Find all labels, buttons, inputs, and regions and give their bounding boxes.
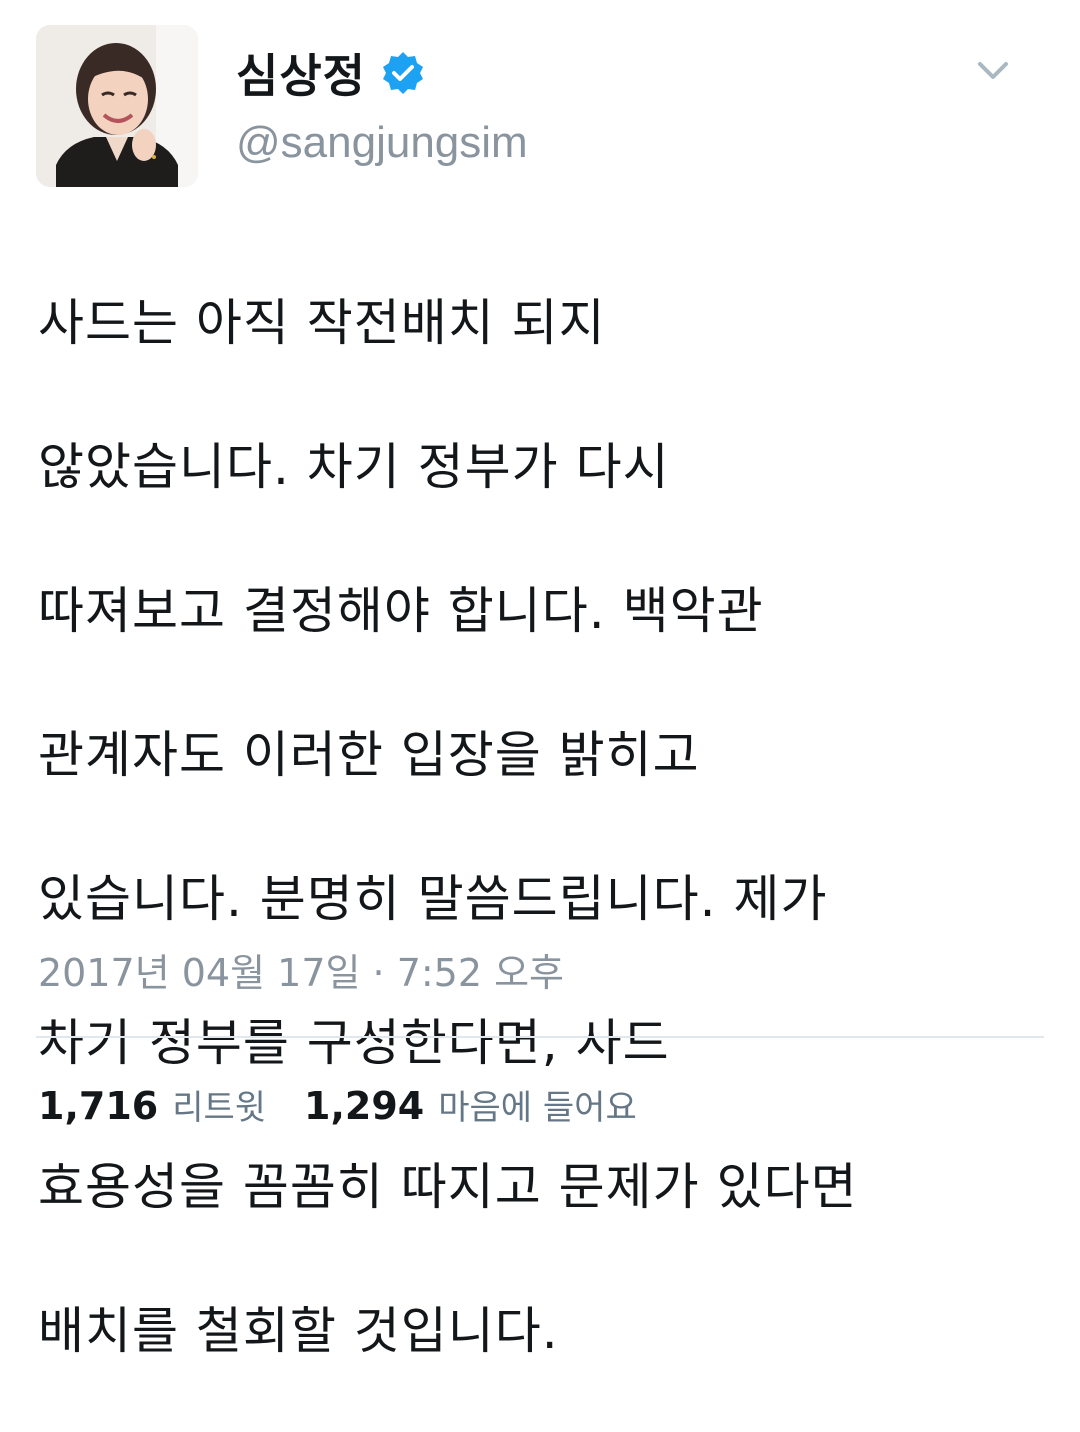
avatar-image (36, 25, 198, 187)
tweet-text-line: 따져보고 결정해야 합니다. 백악관 (38, 582, 764, 640)
author-handle[interactable]: @sangjungsim (236, 118, 528, 168)
tweet-text: 사드는 아직 작전배치 되지 않았습니다. 차기 정부가 다시 따져보고 결정해… (38, 222, 1058, 1432)
chevron-down-icon[interactable] (968, 50, 1018, 90)
avatar[interactable] (36, 25, 198, 187)
author-name-row: 심상정 (236, 38, 426, 108)
tweet-text-line: 관계자도 이러한 입장을 밝히고 (38, 726, 700, 784)
tweet-text-line: 차기 정부를 구성한다면, 사드 (38, 1014, 670, 1072)
tweet-timestamp: 2017년 04월 17일 · 7:52 오후 (38, 951, 565, 995)
tweet-text-line: 사드는 아직 작전배치 되지 (38, 294, 606, 352)
tweet-detail: 심상정 @sangjungsim 사드는 아직 작전배치 되지 않았습니다. 차… (0, 0, 1080, 1360)
display-name[interactable]: 심상정 (236, 40, 366, 106)
retweets-stat[interactable]: 1,716 리트윗 (38, 1080, 266, 1129)
verified-badge-icon (380, 50, 426, 96)
divider (36, 1036, 1044, 1038)
retweets-count: 1,716 (38, 1084, 159, 1128)
likes-stat[interactable]: 1,294 마음에 들어요 (304, 1080, 637, 1129)
likes-count: 1,294 (304, 1084, 425, 1128)
tweet-text-line: 않았습니다. 차기 정부가 다시 (38, 438, 670, 496)
engagement-stats: 1,716 리트윗 1,294 마음에 들어요 (38, 1080, 637, 1136)
tweet-text-line: 효용성을 꼼꼼히 따지고 문제가 있다면 (38, 1158, 858, 1216)
retweets-label: 리트윗 (172, 1088, 267, 1128)
likes-label: 마음에 들어요 (438, 1088, 637, 1128)
tweet-text-line: 있습니다. 분명히 말씀드립니다. 제가 (38, 870, 828, 928)
tweet-text-line: 배치를 철회할 것입니다. (38, 1302, 559, 1360)
